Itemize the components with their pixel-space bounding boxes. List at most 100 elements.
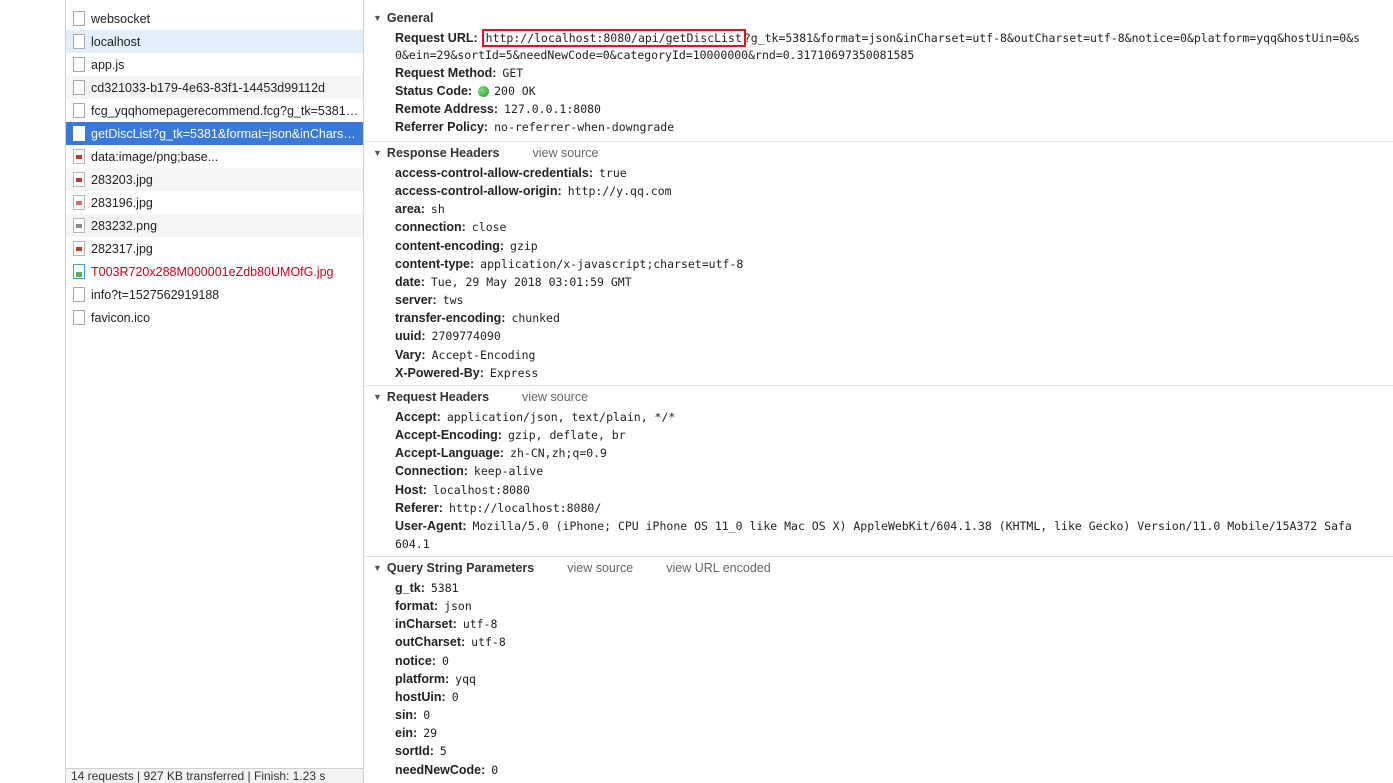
- list-item[interactable]: 282317.jpg: [66, 237, 363, 260]
- list-item[interactable]: favicon.ico: [66, 306, 363, 329]
- field-label: date:: [395, 274, 425, 289]
- expand-triangle-icon: ▼: [373, 563, 382, 573]
- document-icon: [73, 11, 85, 26]
- field-label: Accept:: [395, 410, 441, 424]
- section-title: Query String Parameters: [386, 561, 535, 575]
- field-value: GET: [502, 66, 524, 80]
- query-param-row: notice: 0: [395, 652, 449, 670]
- list-item[interactable]: 283232.png: [66, 214, 363, 237]
- field-value: Express: [489, 365, 539, 380]
- response-header-row: transfer-encoding: chunked: [395, 309, 560, 327]
- response-header-row: area: sh: [395, 200, 445, 218]
- expand-triangle-icon: ▼: [373, 392, 382, 402]
- request-name: cd321033-b179-4e63-83f1-14453d99112d: [91, 80, 326, 95]
- list-item[interactable]: websocket: [66, 7, 363, 30]
- query-param-row: sin: 0: [395, 706, 430, 724]
- request-name: 283203.jpg: [91, 172, 153, 187]
- field-value: json: [444, 599, 472, 614]
- response-header-row: date: Tue, 29 May 2018 03:01:59 GMT: [395, 273, 632, 291]
- section-query-params[interactable]: ▼ Query String Parameters view source vi…: [373, 559, 771, 577]
- field-label: connection:: [395, 220, 466, 235]
- field-value: 0: [441, 653, 449, 668]
- request-name: favicon.ico: [91, 310, 151, 325]
- field-label: area:: [395, 202, 425, 217]
- request-header-row: Referer: http://localhost:8080/: [395, 499, 601, 517]
- request-header-row: Host: localhost:8080: [395, 481, 530, 499]
- request-header-row: Accept: application/json, text/plain, */*: [395, 408, 675, 426]
- field-label: server:: [395, 293, 437, 308]
- field-label: Request Method:: [395, 66, 497, 80]
- image-icon: [73, 195, 85, 210]
- request-name: 283196.jpg: [91, 195, 153, 210]
- section-title: Response Headers: [386, 146, 500, 160]
- section-general-header[interactable]: ▼ General: [373, 9, 433, 27]
- divider: [364, 141, 1393, 142]
- section-request-headers[interactable]: ▼ Request Headers view source: [373, 388, 588, 406]
- request-url-highlight: http://localhost:8080/api/getDiscList: [481, 29, 746, 47]
- field-label: access-control-allow-origin:: [395, 184, 562, 199]
- field-value: Mozilla/5.0 (iPhone; CPU iPhone OS 11_0 …: [472, 518, 1352, 533]
- list-item[interactable]: 283196.jpg: [66, 191, 363, 214]
- field-value: application/json, text/plain, */*: [446, 410, 676, 424]
- status-bar: 14 requests | 927 KB transferred | Finis…: [66, 768, 363, 783]
- field-label: Status Code:: [395, 84, 473, 98]
- view-source-link[interactable]: view source: [522, 390, 588, 404]
- field-label: Referrer Policy:: [395, 120, 489, 134]
- field-label: access-control-allow-credentials:: [395, 166, 593, 180]
- request-name: 282317.jpg: [91, 241, 153, 256]
- section-response-headers[interactable]: ▼ Response Headers view source: [373, 144, 598, 162]
- referrer-policy-row: Referrer Policy: no-referrer-when-downgr…: [395, 118, 674, 136]
- field-value: gzip: [510, 238, 538, 253]
- response-header-row: content-encoding: gzip: [395, 237, 538, 255]
- view-url-encoded-link[interactable]: view URL encoded: [666, 561, 770, 575]
- request-name: 283232.png: [91, 218, 158, 233]
- list-item-selected[interactable]: getDiscList?g_tk=5381&format=json&inChar…: [66, 122, 363, 145]
- query-param-row: ein: 29: [395, 724, 437, 742]
- query-param-row: g_tk: 5381: [395, 579, 459, 597]
- query-param-row: needNewCode: 0: [395, 761, 498, 779]
- field-label: Referer:: [395, 500, 443, 515]
- list-item[interactable]: data:image/png;base...: [66, 145, 363, 168]
- request-url-continuation: 0&ein=29&sortId=5&needNewCode=0&category…: [395, 48, 915, 62]
- query-param-row: inCharset: utf-8: [395, 615, 497, 633]
- field-value: utf-8: [462, 617, 498, 632]
- document-icon: [73, 80, 85, 95]
- list-item[interactable]: info?t=1527562919188: [66, 283, 363, 306]
- request-url-rest: ?g_tk=5381&format=json&inCharset=utf-8&o…: [743, 31, 1361, 45]
- request-name: localhost: [91, 34, 141, 49]
- field-label: sin:: [395, 708, 418, 723]
- field-value: http://y.qq.com: [567, 184, 672, 199]
- field-label: Vary:: [395, 347, 426, 362]
- field-label: ein:: [395, 726, 418, 741]
- field-value: 0: [491, 762, 499, 777]
- field-label: needNewCode:: [395, 762, 486, 777]
- status-code-row: Status Code: 200 OK: [395, 82, 536, 100]
- response-header-row: access-control-allow-credentials: true: [395, 164, 627, 182]
- field-value: application/x-javascript;charset=utf-8: [480, 256, 744, 271]
- request-header-row: Accept-Language: zh-CN,zh;q=0.9: [395, 444, 607, 462]
- field-value: 2709774090: [431, 329, 501, 344]
- field-value: gzip, deflate, br: [507, 428, 626, 443]
- list-item[interactable]: 283203.jpg: [66, 168, 363, 191]
- response-header-row: uuid: 2709774090: [395, 327, 501, 345]
- field-label: Connection:: [395, 464, 468, 479]
- query-param-row: format: json: [395, 597, 472, 615]
- list-item[interactable]: T003R720x288M000001eZdb80UMOfG.jpg: [66, 260, 363, 283]
- list-item[interactable]: cd321033-b179-4e63-83f1-14453d99112d: [66, 76, 363, 99]
- field-label: g_tk:: [395, 581, 425, 595]
- list-item[interactable]: app.js: [66, 53, 363, 76]
- request-header-row: Accept-Encoding: gzip, deflate, br: [395, 426, 626, 444]
- field-value: sh: [430, 202, 445, 217]
- field-value: keep-alive: [473, 464, 544, 479]
- field-value: 0: [451, 689, 459, 704]
- divider: [364, 385, 1393, 386]
- request-list: websocket localhost app.js cd321033-b179…: [66, 0, 364, 783]
- request-header-row: User-Agent: Mozilla/5.0 (iPhone; CPU iPho…: [395, 517, 1352, 535]
- view-source-link[interactable]: view source: [532, 146, 598, 160]
- view-source-link[interactable]: view source: [567, 561, 633, 575]
- list-item[interactable]: localhost: [66, 30, 363, 53]
- list-item[interactable]: fcg_yqqhomepagerecommend.fcg?g_tk=5381&f…: [66, 99, 363, 122]
- field-label: content-encoding:: [395, 238, 505, 253]
- field-value: http://localhost:8080/: [448, 500, 602, 515]
- response-header-row: content-type: application/x-javascript;ch…: [395, 255, 743, 273]
